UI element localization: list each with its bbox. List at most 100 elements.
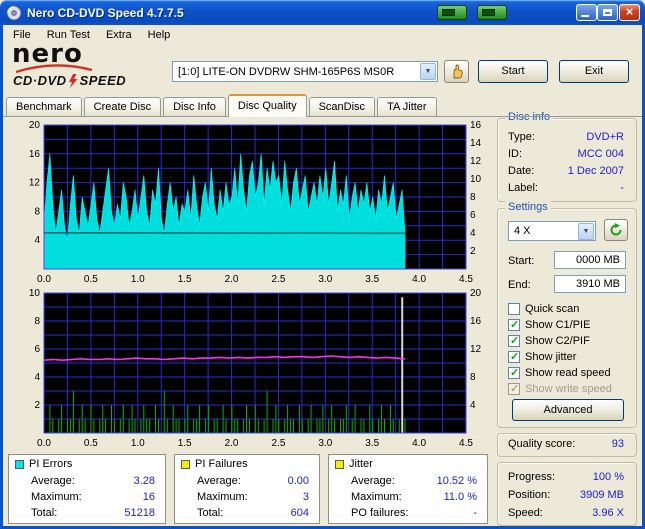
start-mb-label: Start: — [508, 255, 535, 267]
svg-text:10: 10 — [470, 174, 482, 185]
tab-strip: Benchmark Create Disc Disc Info Disc Qua… — [6, 94, 439, 117]
checkbox-box — [508, 318, 520, 331]
disc-label-label: Label: — [508, 182, 538, 194]
svg-text:12: 12 — [29, 178, 41, 189]
drive-selector-value: [1:0] LITE-ON DVDRW SHM-165P6S MS0R — [178, 65, 395, 78]
svg-text:3.0: 3.0 — [318, 274, 332, 285]
svg-text:1.0: 1.0 — [131, 438, 145, 449]
speed-value: 3.96 X — [592, 507, 624, 519]
svg-text:20: 20 — [29, 120, 41, 131]
svg-text:10: 10 — [29, 288, 41, 299]
checkbox-show-jitter[interactable]: Show jitter — [508, 349, 576, 364]
advanced-button[interactable]: Advanced — [512, 399, 624, 421]
tab-benchmark[interactable]: Benchmark — [6, 97, 82, 117]
end-mb-field[interactable] — [554, 275, 626, 293]
tab-disc-quality[interactable]: Disc Quality — [227, 94, 307, 117]
progress-group: Progress: 100 % Position: 3909 MB Speed: 3.… — [497, 462, 637, 526]
speed-selector[interactable]: 4 X ▼ — [508, 221, 596, 241]
svg-text:4: 4 — [34, 372, 40, 383]
drive-selector[interactable]: [1:0] LITE-ON DVDRW SHM-165P6S MS0R ▼ — [172, 61, 438, 82]
position-value: 3909 MB — [579, 489, 624, 501]
chevron-down-icon[interactable]: ▼ — [578, 222, 594, 240]
start-test-button[interactable]: Start — [478, 60, 548, 83]
svg-text:2: 2 — [34, 400, 40, 411]
disc-type-label: Type: — [508, 131, 535, 143]
svg-text:16: 16 — [29, 149, 41, 160]
checkbox-box — [508, 382, 520, 395]
svg-text:2: 2 — [470, 246, 476, 257]
average-value: 3.28 — [133, 475, 155, 487]
checkbox-show-c1-pie[interactable]: Show C1/PIE — [508, 317, 590, 332]
po-failures-value: - — [473, 507, 477, 519]
titlebar[interactable]: Nero CD-DVD Speed 4.7.7.5 × — [0, 0, 645, 25]
exit-button[interactable]: Exit — [559, 60, 629, 83]
app-icon — [6, 5, 22, 20]
checkbox-box — [508, 366, 520, 379]
position-label: Position: — [508, 489, 551, 501]
svg-text:8: 8 — [34, 206, 40, 217]
pi-failures-title: PI Failures — [195, 458, 248, 470]
checkbox-show-c2-pif[interactable]: Show C2/PIF — [508, 333, 590, 348]
tab-ta-jitter[interactable]: TA Jitter — [377, 97, 437, 117]
total-value: 51218 — [124, 507, 155, 519]
disc-type-value: DVD+R — [586, 131, 624, 143]
disc-label-value: - — [620, 182, 624, 194]
disc-date-value: 1 Dec 2007 — [567, 165, 624, 177]
svg-text:8: 8 — [470, 372, 476, 383]
tab-disc-info[interactable]: Disc Info — [163, 97, 226, 117]
svg-text:4.0: 4.0 — [412, 274, 426, 285]
window-title: Nero CD-DVD Speed 4.7.7.5 — [27, 5, 184, 20]
pi-errors-legend-swatch — [15, 459, 24, 469]
monitor-icon — [442, 9, 455, 16]
pi-errors-stats-box: PI Errors Average: 3.28 Maximum: 16 Total:… — [8, 454, 166, 524]
nero-logo: nero CD·DVD SPEED — [12, 39, 167, 90]
po-failures-label: PO failures: — [351, 507, 409, 519]
pi-errors-title: PI Errors — [29, 458, 73, 470]
close-button[interactable]: × — [619, 4, 640, 21]
svg-text:6: 6 — [470, 210, 476, 221]
disc-id-value: MCC 004 — [577, 148, 624, 160]
checkbox-quick-scan[interactable]: Quick scan — [508, 301, 579, 316]
svg-text:0.5: 0.5 — [84, 438, 98, 449]
titlebar-plugin-button-2[interactable] — [477, 5, 507, 20]
titlebar-plugin-button-1[interactable] — [437, 5, 467, 20]
checkbox-box — [508, 350, 520, 363]
svg-text:4.5: 4.5 — [459, 438, 473, 449]
hand-icon — [453, 64, 463, 78]
checkbox-label: Show read speed — [525, 366, 611, 379]
checkbox-box — [508, 302, 520, 315]
monitor-icon — [482, 9, 495, 16]
tab-create-disc[interactable]: Create Disc — [83, 97, 162, 117]
tab-scandisc[interactable]: ScanDisc — [308, 97, 376, 117]
chevron-down-icon[interactable]: ▼ — [420, 63, 436, 80]
minimize-button[interactable] — [576, 4, 597, 21]
svg-text:4: 4 — [470, 228, 476, 239]
nero-brand-text: nero — [12, 39, 83, 69]
svg-text:4.0: 4.0 — [412, 438, 426, 449]
checkbox-label: Quick scan — [525, 302, 580, 315]
svg-text:20: 20 — [470, 288, 482, 299]
svg-text:6: 6 — [34, 344, 40, 355]
checkbox-show-read-speed[interactable]: Show read speed — [508, 365, 611, 380]
svg-text:3.0: 3.0 — [318, 438, 332, 449]
tab-strip-divider — [3, 116, 642, 117]
jitter-stats-box: Jitter Average: 10.52 % Maximum: 11.0 % PO… — [328, 454, 488, 524]
svg-text:8: 8 — [470, 192, 476, 203]
checkbox-label: Show jitter — [525, 350, 577, 363]
pi-failures-stats-box: PI Failures Average: 0.00 Maximum: 3 Total… — [174, 454, 320, 524]
svg-text:12: 12 — [470, 344, 482, 355]
svg-text:1.5: 1.5 — [178, 274, 192, 285]
start-mb-field[interactable] — [554, 251, 626, 269]
average-value: 10.52 % — [436, 475, 477, 487]
maximum-value: 3 — [302, 491, 309, 503]
maximize-button[interactable] — [597, 4, 618, 21]
checkbox-label: Show C1/PIE — [525, 318, 591, 331]
refresh-button[interactable] — [604, 219, 628, 241]
disc-info-group: Disc info Type: DVD+R ID: MCC 004 Date: 1 D… — [497, 111, 637, 202]
svg-text:16: 16 — [470, 316, 482, 327]
drive-control-button[interactable] — [444, 60, 469, 83]
checkbox-label: Show C2/PIF — [525, 334, 590, 347]
logo-product-line: CD·DVD SPEED — [13, 73, 126, 88]
total-label: Total: — [197, 507, 224, 519]
svg-text:1.5: 1.5 — [178, 438, 192, 449]
